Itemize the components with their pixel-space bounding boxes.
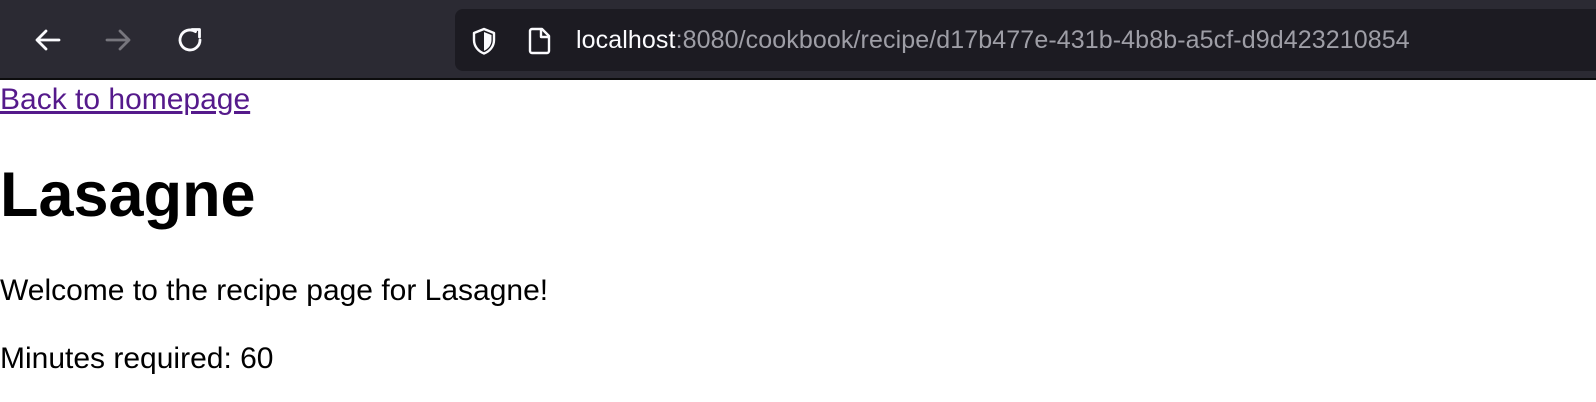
- reload-button[interactable]: [170, 20, 210, 60]
- reload-icon: [178, 28, 202, 52]
- page-title: Lasagne: [0, 160, 256, 230]
- url-text[interactable]: localhost:8080/cookbook/recipe/d17b477e-…: [576, 25, 1410, 55]
- minutes-required-text: Minutes required: 60: [0, 342, 274, 375]
- url-path: :8080/cookbook/recipe/d17b477e-431b-4b8b…: [675, 26, 1410, 54]
- arrow-right-icon: [105, 29, 131, 51]
- back-button[interactable]: [28, 20, 68, 60]
- back-to-homepage-link[interactable]: Back to homepage: [0, 82, 250, 118]
- arrow-left-icon: [35, 29, 61, 51]
- document-icon: [525, 26, 555, 56]
- shield-icon[interactable]: [469, 26, 499, 56]
- forward-button[interactable]: [98, 20, 138, 60]
- address-bar[interactable]: localhost:8080/cookbook/recipe/d17b477e-…: [455, 9, 1596, 71]
- browser-toolbar: localhost:8080/cookbook/recipe/d17b477e-…: [0, 0, 1596, 80]
- url-host: localhost: [576, 26, 676, 54]
- welcome-text: Welcome to the recipe page for Lasagne!: [0, 274, 549, 307]
